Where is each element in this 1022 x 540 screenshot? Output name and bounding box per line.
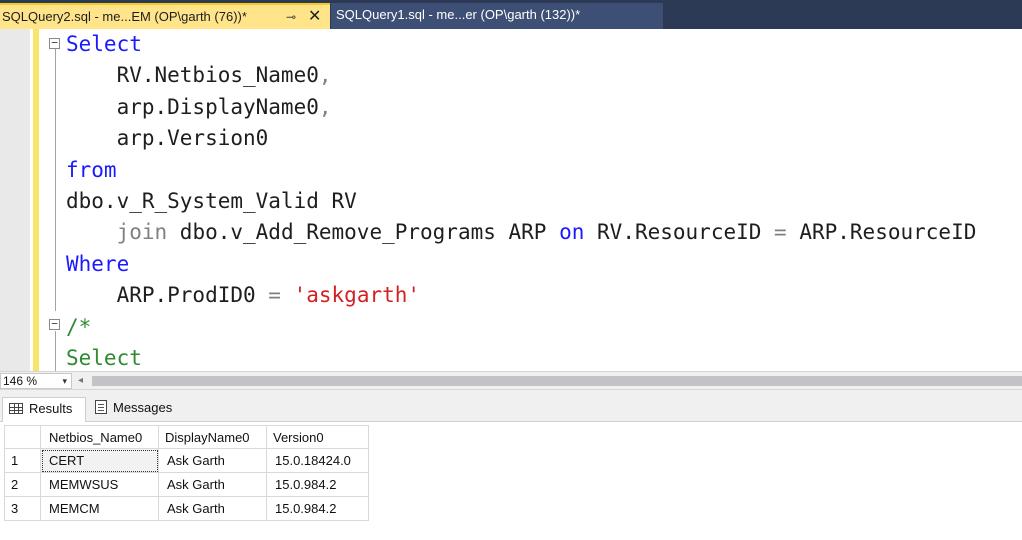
row-number[interactable]: 3 [4,496,41,521]
grid-cell[interactable]: Ask Garth [158,448,267,473]
outline-guide [55,49,56,311]
tab-sqlquery1-label: SQLQuery1.sql - me...er (OP\garth (132))… [336,7,581,22]
results-grid[interactable]: Netbios_Name0 DisplayName0 Version0 1 CE… [4,425,369,521]
document-tab-strip: SQLQuery2.sql - me...EM (OP\garth (76))*… [0,0,1022,29]
code-token: arp.Version0 [66,126,269,151]
code-line[interactable]: ARP.ProdID0 = 'askgarth' [66,280,976,311]
grid-cell[interactable]: Ask Garth [158,472,267,497]
editor-gutter [0,29,30,371]
code-token: RV.Netbios_Name0 [66,63,319,88]
grid-cell[interactable]: 15.0.18424.0 [266,448,369,473]
code-token: /* [66,314,92,339]
grid-cell[interactable]: Ask Garth [158,496,267,521]
code-token: = [268,283,281,308]
collapse-icon[interactable]: − [49,318,60,330]
code-line[interactable]: Select [66,343,976,371]
results-tab-strip: Results Messages [0,390,1022,422]
zoom-value: 146 % [3,374,38,388]
pin-icon[interactable]: ⊸ [286,5,296,29]
code-token: , [318,94,332,119]
grid-corner[interactable] [4,425,41,449]
column-header[interactable]: Version0 [266,425,369,449]
code-token: ARP.ResourceID [786,220,977,245]
code-token: arp.DisplayName0 [66,94,319,119]
code-token: on [559,220,585,245]
chevron-down-icon: ▾ [62,376,67,386]
tab-sqlquery1[interactable]: SQLQuery1.sql - me...er (OP\garth (132))… [331,3,663,29]
code-token: = [774,220,787,245]
table-row: 2 MEMWSUS Ask Garth 15.0.984.2 [4,472,369,497]
code-line[interactable]: Select [66,29,976,60]
row-number[interactable]: 1 [4,448,41,473]
messages-icon [95,400,107,414]
code-token: ARP.ProdID0 [66,283,269,308]
grid-cell[interactable]: 15.0.984.2 [266,472,369,497]
tab-sqlquery2[interactable]: SQLQuery2.sql - me...EM (OP\garth (76))*… [0,3,330,29]
tab-results-label: Results [29,401,73,416]
horizontal-scrollbar-thumb[interactable] [92,376,1022,386]
grid-icon [9,403,23,414]
tab-messages[interactable]: Messages [89,397,187,422]
code-token: dbo.v_Add_Remove_Programs ARP [167,220,560,245]
code-token: from [66,157,117,182]
grid-cell[interactable]: 15.0.984.2 [266,496,369,521]
code-token: Select [66,32,142,56]
table-row: 3 MEMCM Ask Garth 15.0.984.2 [4,496,369,521]
scroll-left-icon[interactable]: ◂ [78,373,83,389]
row-number[interactable]: 2 [4,472,41,497]
code-line[interactable]: from [66,155,976,186]
code-line[interactable]: /* [66,312,976,343]
code-token: 'askgarth' [293,283,421,308]
code-line[interactable]: Where [66,249,976,280]
column-header[interactable]: Netbios_Name0 [40,425,159,449]
zoom-scroll-bar: 146 % ▾ ◂ [0,371,1022,390]
zoom-dropdown[interactable]: 146 % ▾ [0,373,72,389]
tab-messages-label: Messages [113,400,173,415]
code-token: join [66,220,168,245]
grid-cell[interactable]: MEMCM [40,496,159,521]
code-line[interactable]: arp.Version0 [66,123,976,154]
code-line[interactable]: join dbo.v_Add_Remove_Programs ARP on RV… [66,217,977,248]
code-line[interactable]: arp.DisplayName0, [66,92,976,123]
change-tracking-margin [33,29,39,371]
code-token: Select [66,345,142,370]
sql-code[interactable]: Select RV.Netbios_Name0, arp.DisplayName… [66,29,976,371]
grid-cell[interactable]: MEMWSUS [40,472,159,497]
tab-sqlquery2-label: SQLQuery2.sql - me...EM (OP\garth (76))* [2,9,247,24]
code-line[interactable]: dbo.v_R_System_Valid RV [66,186,976,217]
code-line[interactable]: RV.Netbios_Name0, [66,60,976,91]
column-header[interactable]: DisplayName0 [158,425,267,449]
code-token: dbo.v_R_System_Valid RV [66,188,357,213]
code-token: Where [66,251,130,276]
tab-results[interactable]: Results [2,397,86,422]
grid-header-row: Netbios_Name0 DisplayName0 Version0 [4,425,369,449]
table-row: 1 CERT Ask Garth 15.0.18424.0 [4,448,369,473]
close-icon[interactable]: ✕ [308,5,321,29]
collapse-icon[interactable]: − [49,37,60,49]
grid-cell[interactable]: CERT [40,448,159,473]
code-token: RV.ResourceID [584,220,775,245]
outline-guide [55,331,56,371]
query-editor[interactable]: − − Select RV.Netbios_Name0, arp.Display… [0,29,1022,371]
code-token: , [318,63,332,88]
